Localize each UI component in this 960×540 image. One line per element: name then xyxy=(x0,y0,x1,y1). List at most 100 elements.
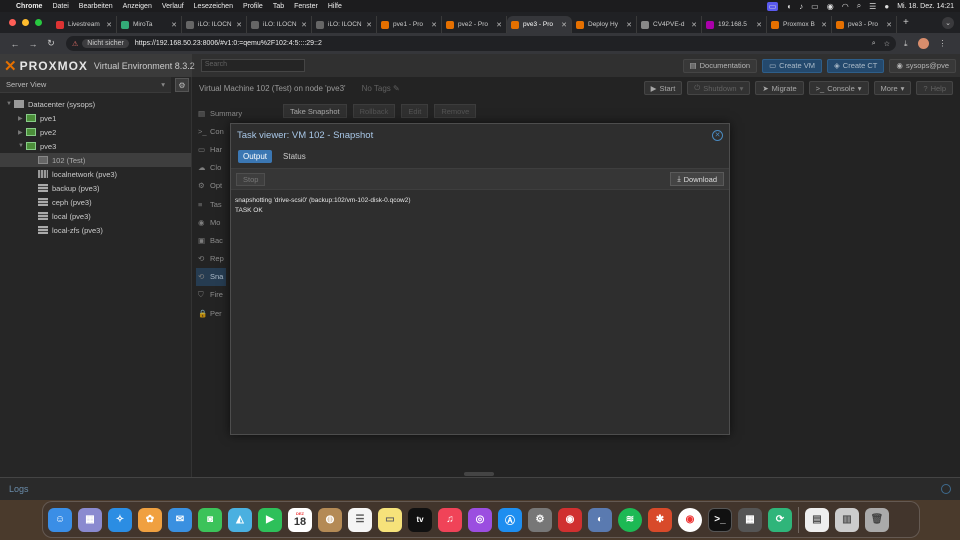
expand-arrow-icon[interactable]: ▶ xyxy=(18,129,26,136)
mail-icon[interactable]: ✉ xyxy=(168,507,192,532)
system-settings-icon[interactable]: ⚙ xyxy=(528,507,552,532)
app-icon[interactable]: ◉ xyxy=(558,507,582,532)
close-icon[interactable]: ✕ xyxy=(712,129,723,141)
facetime-icon[interactable]: ▶ xyxy=(258,507,282,532)
gear-icon[interactable]: ⚙ xyxy=(175,78,189,92)
zoom-window-button[interactable] xyxy=(35,19,42,26)
back-icon[interactable]: ← xyxy=(6,39,24,49)
close-tab-icon[interactable]: ✕ xyxy=(366,21,372,29)
close-window-button[interactable] xyxy=(9,19,16,26)
tree-node-node[interactable]: ▶ pve1 xyxy=(0,111,191,125)
tree-node-node[interactable]: ▼ pve3 xyxy=(0,139,191,153)
close-tab-icon[interactable]: ✕ xyxy=(431,21,437,29)
menu-item-lesezeichen[interactable]: Lesezeichen xyxy=(194,3,233,10)
notes-icon[interactable]: ▭ xyxy=(378,507,402,532)
messages-icon[interactable]: ◙ xyxy=(198,507,222,532)
tree-node-store[interactable]: local (pve3) xyxy=(0,209,191,223)
control-center-icon[interactable]: ☰ xyxy=(869,2,876,11)
apple-tv-icon[interactable]: tv xyxy=(408,507,432,532)
tab-output[interactable]: Output xyxy=(238,149,273,163)
podcasts-icon[interactable]: ◎ xyxy=(468,507,492,532)
browser-tab[interactable]: pve2 - Pro ✕ xyxy=(442,16,507,33)
wifi-icon[interactable]: ◠ xyxy=(842,2,849,11)
chrome-icon[interactable]: ◉ xyxy=(678,507,702,532)
close-tab-icon[interactable]: ✕ xyxy=(236,21,242,29)
maps-icon[interactable]: ◭ xyxy=(228,507,252,532)
menu-item-tab[interactable]: Tab xyxy=(273,3,284,10)
photos-icon[interactable]: ✿ xyxy=(138,507,162,532)
close-tab-icon[interactable]: ✕ xyxy=(691,21,697,29)
close-tab-icon[interactable]: ✕ xyxy=(821,21,827,29)
network-app-icon[interactable]: ◐ xyxy=(588,507,612,532)
tree-node-store[interactable]: ceph (pve3) xyxy=(0,195,191,209)
stop-button[interactable]: Stop xyxy=(236,172,266,186)
profile-avatar[interactable] xyxy=(917,38,929,49)
safari-icon[interactable]: ✧ xyxy=(108,507,132,532)
logs-label[interactable]: Logs xyxy=(9,484,29,494)
close-tab-icon[interactable]: ✕ xyxy=(496,21,502,29)
document-icon[interactable]: ▤ xyxy=(805,507,829,532)
browser-tab[interactable]: pve3 - Pro ✕ xyxy=(832,16,897,33)
app-icon[interactable]: ✱ xyxy=(648,507,672,532)
browser-tab[interactable]: 192.168.5 ✕ xyxy=(702,16,767,33)
close-tab-icon[interactable]: ✕ xyxy=(756,21,762,29)
menubar-clock[interactable]: Mi. 18. Dez. 14:21 xyxy=(897,3,954,10)
bookmark-star-icon[interactable]: ☆ xyxy=(884,40,890,48)
menu-item-bearbeiten[interactable]: Bearbeiten xyxy=(79,3,113,10)
spotify-icon[interactable]: ≋ xyxy=(618,507,642,532)
browser-tab[interactable]: Livestream ✕ xyxy=(52,16,117,33)
menu-item-datei[interactable]: Datei xyxy=(52,3,68,10)
sound-icon[interactable]: ◖ xyxy=(786,2,791,11)
contacts-icon[interactable]: ◍ xyxy=(318,507,342,532)
tree-node-store[interactable]: backup (pve3) xyxy=(0,181,191,195)
tab-status[interactable]: Status xyxy=(278,150,311,163)
user-icon[interactable]: ◉ xyxy=(827,2,834,11)
app-store-icon[interactable]: Ⓐ xyxy=(498,507,522,532)
close-tab-icon[interactable]: ✕ xyxy=(626,21,632,29)
calculator-icon[interactable]: ▦ xyxy=(738,507,762,532)
audio-icon[interactable]: ♪ xyxy=(799,2,803,11)
browser-tab[interactable]: pve1 - Pro ✕ xyxy=(377,16,442,33)
battery-icon[interactable]: ▭ xyxy=(811,2,819,11)
browser-tab[interactable]: iLO: ILOCN ✕ xyxy=(312,16,377,33)
security-chip[interactable]: Nicht sicher xyxy=(82,39,129,48)
calendar-icon[interactable]: DEZ 18 xyxy=(288,507,312,532)
tree-node-node[interactable]: ▶ pve2 xyxy=(0,125,191,139)
dialog-title-bar[interactable]: Task viewer: VM 102 - Snapshot ✕ xyxy=(231,124,729,146)
expand-arrow-icon[interactable]: ▶ xyxy=(18,115,26,122)
menu-item-verlauf[interactable]: Verlauf xyxy=(162,3,184,10)
download-button[interactable]: ⤓ Download xyxy=(670,172,724,186)
forward-icon[interactable]: → xyxy=(24,39,42,49)
download-icon[interactable]: ⤓ xyxy=(904,39,908,49)
screen-share-icon[interactable]: ▭ xyxy=(766,1,779,11)
siri-icon[interactable]: ● xyxy=(884,2,889,11)
expand-arrow-icon[interactable]: ▼ xyxy=(18,143,26,149)
tree-node-vm[interactable]: 102 (Test) xyxy=(0,153,191,167)
close-tab-icon[interactable]: ✕ xyxy=(106,21,112,29)
sync-app-icon[interactable]: ⟳ xyxy=(768,507,792,532)
tab-search-icon[interactable]: ⌄ xyxy=(942,16,954,29)
view-selector[interactable]: Server View ▾ xyxy=(0,77,171,93)
menu-item-anzeigen[interactable]: Anzeigen xyxy=(123,3,152,10)
finder-icon[interactable]: ☺ xyxy=(48,507,72,532)
downloads-stack-icon[interactable]: ▥ xyxy=(835,507,859,532)
search-icon[interactable]: ⌕ xyxy=(857,1,861,11)
browser-tab[interactable]: CV4PVE-d ✕ xyxy=(637,16,702,33)
browser-tab[interactable]: Deploy Hy ✕ xyxy=(572,16,637,33)
close-tab-icon[interactable]: ✕ xyxy=(171,21,177,29)
close-tab-icon[interactable]: ✕ xyxy=(301,21,307,29)
address-bar[interactable]: ⚠ Nicht sicher https://192.168.50.23:800… xyxy=(66,36,896,51)
reminders-icon[interactable]: ☰ xyxy=(348,507,372,532)
menu-item-profile[interactable]: Profile xyxy=(243,3,263,10)
expand-arrow-icon[interactable]: ▼ xyxy=(6,101,14,107)
close-tab-icon[interactable]: ✕ xyxy=(886,21,892,29)
tree-node-store[interactable]: local-zfs (pve3) xyxy=(0,223,191,237)
menu-item-hilfe[interactable]: Hilfe xyxy=(328,3,342,10)
browser-tab[interactable]: iLO: ILOCN ✕ xyxy=(247,16,312,33)
browser-tab[interactable]: MiroTa ✕ xyxy=(117,16,182,33)
menu-app-name[interactable]: Chrome xyxy=(16,3,42,10)
music-icon[interactable]: ♫ xyxy=(438,507,462,532)
browser-tab[interactable]: Proxmox B ✕ xyxy=(767,16,832,33)
terminal-icon[interactable]: >_ xyxy=(708,507,732,532)
panel-splitter[interactable] xyxy=(464,472,494,476)
